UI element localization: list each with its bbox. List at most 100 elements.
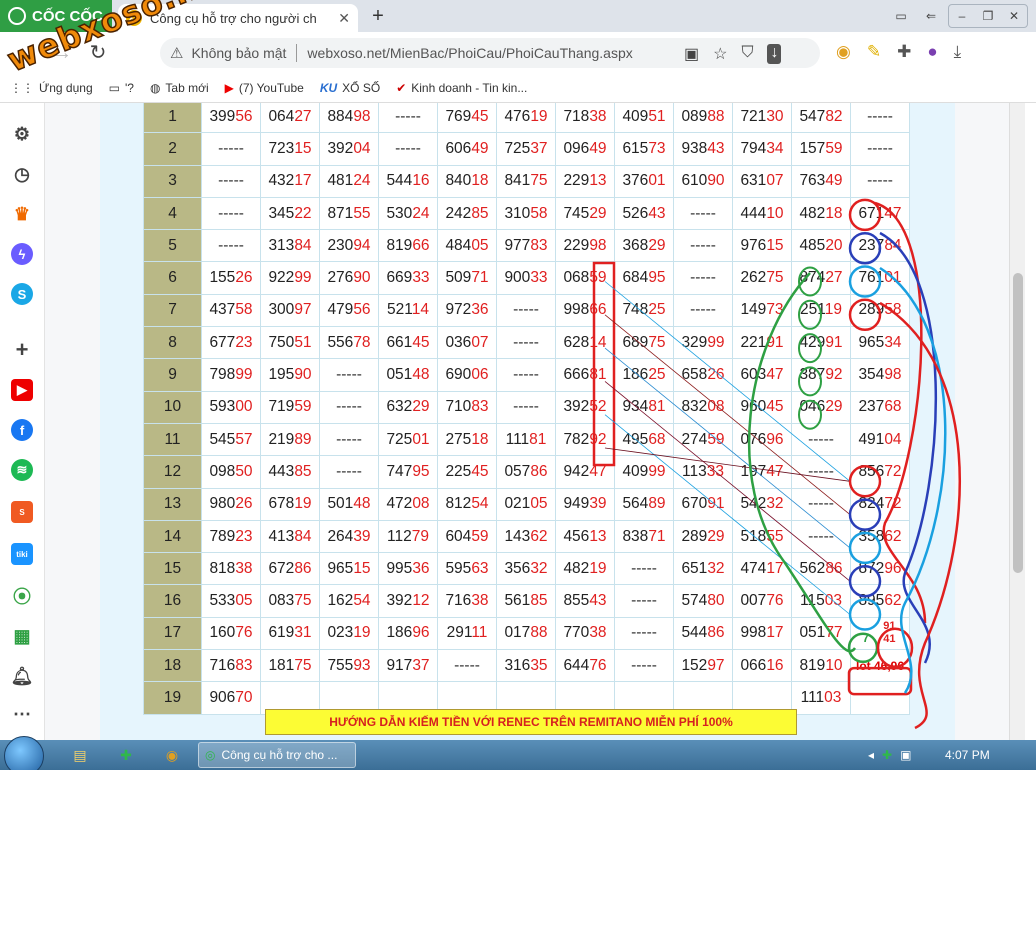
new-tab-button[interactable]: +: [366, 4, 390, 28]
table-cell: 81254: [437, 487, 497, 521]
table-cell: -----: [319, 455, 379, 489]
profile-avatar-icon[interactable]: ●: [927, 42, 937, 62]
coccoc-taskbar-icon[interactable]: ✚: [112, 744, 140, 766]
table-cell: 87427: [791, 261, 851, 295]
table-cell: 85543: [555, 584, 615, 618]
table-cell: -----: [850, 103, 910, 134]
table-cell: 09850: [201, 455, 261, 489]
bookmark-new-tab[interactable]: ◍ Tab mới: [150, 81, 209, 95]
table-cell: 49568: [614, 422, 674, 457]
table-cell: -----: [850, 132, 910, 166]
tiki-icon[interactable]: tiki: [11, 543, 33, 565]
settings-gear-icon[interactable]: ⚙: [11, 123, 33, 145]
vertical-scrollbar[interactable]: [1009, 103, 1026, 740]
network-icon[interactable]: ▣: [900, 748, 911, 762]
row-number: 13: [143, 487, 202, 521]
bookmark-apps[interactable]: ⋮⋮ Ứng dụng: [10, 81, 93, 95]
remitano-banner[interactable]: HƯỚNG DẪN KIẾM TIỀN VỚI RENEC TRÊN REMIT…: [265, 709, 797, 735]
table-cell: 39956: [201, 103, 261, 134]
map-pin-icon[interactable]: ⦿: [11, 585, 33, 607]
ku-icon: KU: [319, 81, 338, 95]
close-window-button[interactable]: ✕: [1001, 5, 1027, 27]
spotify-icon[interactable]: ≋: [11, 459, 33, 481]
table-cell: 67286: [260, 552, 320, 586]
table-cell: -----: [201, 164, 261, 198]
screenshot-icon[interactable]: ▭: [888, 5, 914, 27]
page-content: 1 39956 06427 88498 ----- 76945 47619 71838 4095…: [45, 103, 1009, 740]
history-icon[interactable]: ◷: [11, 163, 33, 185]
table-cell: 78923: [201, 519, 261, 554]
table-cell: 65132: [673, 552, 733, 586]
table-cell: 74825: [614, 293, 674, 328]
explorer-icon[interactable]: ▤: [66, 744, 94, 766]
coccoc-window-icon: ◎: [205, 748, 216, 762]
table-row: 7 43758 30097 47956 52114 97236 ----- 99866 7482…: [143, 293, 910, 328]
puzzle-icon[interactable]: ✚: [897, 42, 911, 62]
chrome-taskbar-icon[interactable]: ◉: [158, 744, 186, 766]
table-cell: 81966: [378, 229, 438, 263]
table-cell: 16254: [319, 584, 379, 618]
pip-icon[interactable]: ▣: [684, 44, 699, 64]
scroll-thumb[interactable]: [1013, 273, 1023, 573]
pen-icon[interactable]: ✎: [867, 42, 881, 62]
table-cell: -----: [791, 487, 851, 521]
sheet-icon[interactable]: ▦: [11, 625, 33, 647]
tray-arrow-icon[interactable]: ◂: [868, 748, 874, 762]
table-cell: 28929: [673, 519, 733, 554]
extension-icons: ◉ ✎ ✚ ● ⤓: [836, 42, 961, 62]
bookmark-folder[interactable]: ▭ '?: [109, 81, 134, 95]
messenger-icon[interactable]: ϟ: [11, 243, 33, 265]
facebook-icon[interactable]: f: [11, 419, 33, 441]
table-cell: 60459: [437, 519, 497, 554]
more-icon[interactable]: ⋯: [11, 703, 33, 725]
add-icon[interactable]: +: [11, 337, 33, 362]
table-cell: 39252: [555, 390, 615, 424]
bookmark-youtube[interactable]: ▶ (7) YouTube: [225, 81, 304, 95]
bookmark-star-icon[interactable]: ☆: [713, 44, 727, 64]
row-number: 16: [143, 584, 202, 618]
table-cell: 79899: [201, 358, 261, 392]
table-cell: 37601: [614, 164, 674, 198]
table-cell: 08375: [260, 584, 320, 618]
table-cell: -----: [437, 649, 497, 683]
shield-icon[interactable]: ⛉: [741, 44, 753, 64]
table-cell: -----: [673, 293, 733, 328]
table-cell: 84018: [437, 164, 497, 198]
minimize-button[interactable]: –: [949, 5, 975, 27]
table-cell: 47956: [319, 293, 379, 328]
skype-icon[interactable]: S: [11, 283, 33, 305]
table-cell: 88498: [319, 103, 379, 134]
table-cell: 06427: [260, 103, 320, 134]
table-cell: 62814: [555, 326, 615, 360]
table-cell: 77038: [555, 616, 615, 651]
table-cell: 90033: [496, 261, 556, 295]
bookmarks-bar: ⋮⋮ Ứng dụng ▭ '? ◍ Tab mới ▶ (7) YouTube…: [0, 74, 1036, 103]
restore-button[interactable]: ❐: [975, 5, 1001, 27]
tab-close-icon[interactable]: ✕: [338, 10, 350, 27]
reader-icon[interactable]: ⇐: [918, 5, 944, 27]
row-number: 14: [143, 519, 202, 554]
bookmark-xoso[interactable]: KU XỔ SỐ: [320, 81, 380, 95]
table-cell: -----: [673, 196, 733, 231]
download-icon[interactable]: ⤓: [954, 42, 962, 62]
table-cell: 23094: [319, 229, 379, 263]
table-row: 6 15526 92299 27690 66933 50971 90033 06859 6849…: [143, 261, 910, 295]
table-cell: 72315: [260, 132, 320, 166]
windows-start-button[interactable]: [4, 736, 44, 770]
table-cell: 42991: [791, 326, 851, 360]
table-row: 2 ----- 72315 39204 ----- 60649 72537 09649 6157…: [143, 132, 910, 166]
crown-icon[interactable]: ♛: [11, 203, 33, 225]
bell-icon[interactable]: 🔔︎: [11, 665, 34, 687]
clock[interactable]: 4:07 PM: [945, 748, 990, 762]
table-cell: 57480: [673, 584, 733, 618]
taskbar-window-button[interactable]: ◎ Công cụ hỗ trợ cho ...: [198, 742, 356, 768]
youtube-sidebar-icon[interactable]: ▶: [11, 379, 33, 401]
table-cell: 50148: [319, 487, 379, 521]
table-row: 17 16076 61931 02319 18696 29111 01788 77038 ---…: [143, 616, 910, 651]
tray-coccoc-icon[interactable]: ✚: [882, 748, 892, 762]
download-box-icon[interactable]: ↓: [767, 44, 782, 64]
table-cell: 79434: [732, 132, 792, 166]
shopee-icon[interactable]: S: [11, 501, 33, 523]
chrome-icon[interactable]: ◉: [836, 42, 851, 62]
bookmark-business[interactable]: ✔ Kinh doanh - Tin kin...: [396, 81, 527, 95]
